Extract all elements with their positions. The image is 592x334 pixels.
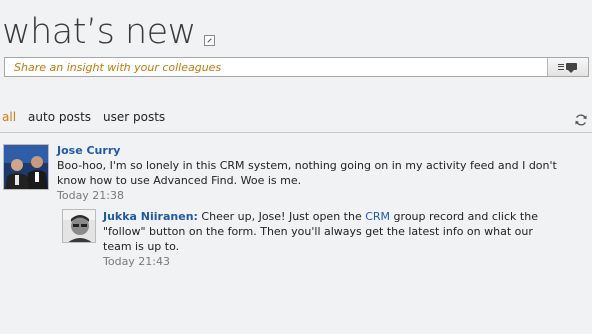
- crm-group-link[interactable]: CRM: [365, 210, 390, 223]
- page-title: what’s new: [2, 12, 196, 52]
- tab-all[interactable]: all: [2, 110, 16, 124]
- tab-auto-posts[interactable]: auto posts: [28, 110, 91, 124]
- post-content: Jose Curry Boo-hoo, I'm so lonely in thi…: [57, 143, 567, 203]
- avatar[interactable]: [3, 144, 49, 190]
- title-row: what’s new: [2, 6, 215, 52]
- post-button[interactable]: [547, 58, 588, 76]
- refresh-icon[interactable]: [574, 113, 588, 127]
- post-comment-icon: [558, 62, 578, 73]
- share-input[interactable]: [5, 58, 545, 76]
- reply-content: Jukka Niiranen: Cheer up, Jose! Just ope…: [103, 209, 555, 269]
- popout-icon[interactable]: [203, 35, 215, 46]
- share-box: [4, 57, 589, 77]
- reply-text-start: Cheer up, Jose! Just open the: [197, 210, 366, 223]
- filter-tabs: all auto posts user posts: [2, 110, 165, 124]
- reply-timestamp: Today 21:43: [103, 255, 171, 268]
- post-author[interactable]: Jose Curry: [57, 144, 120, 157]
- divider: [0, 132, 592, 133]
- post-timestamp: Today 21:38: [57, 189, 125, 202]
- reply-avatar[interactable]: [62, 209, 96, 243]
- post-text: Boo-hoo, I'm so lonely in this CRM syste…: [57, 159, 557, 187]
- tab-user-posts[interactable]: user posts: [103, 110, 165, 124]
- reply-author[interactable]: Jukka Niiranen:: [103, 210, 198, 223]
